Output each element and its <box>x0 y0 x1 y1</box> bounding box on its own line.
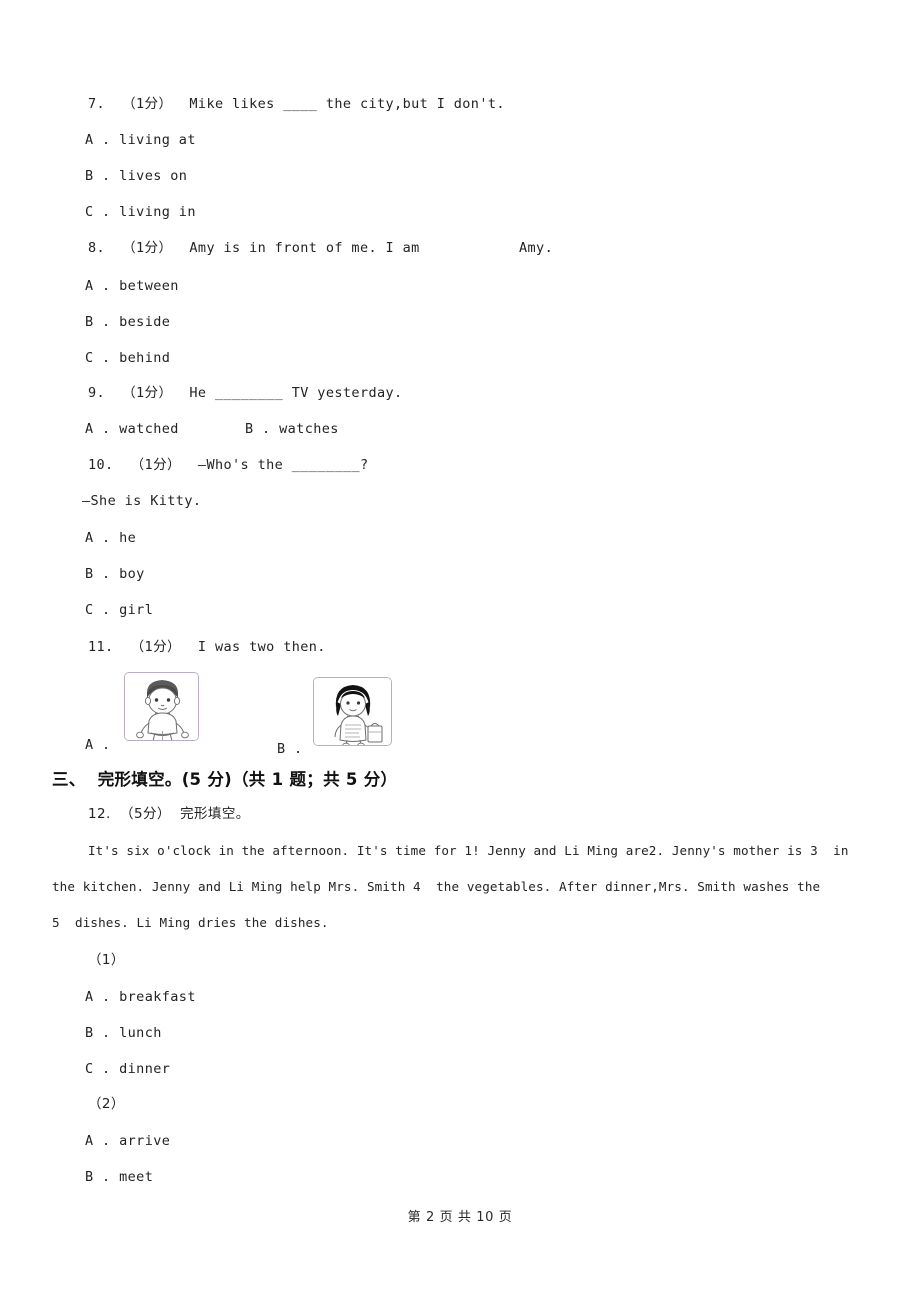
question-8-stem-before-blank: 8. （1分） Amy is in front of me. I am <box>88 240 420 256</box>
child-sitting-cartoon-image <box>124 672 199 741</box>
question-8-stem-after-blank: Amy. <box>519 240 554 256</box>
cloze-subquestion-1-option-a[interactable]: A . breakfast <box>85 988 196 1006</box>
child-standing-with-bag-cartoon-image <box>313 677 392 746</box>
question-7-option-c[interactable]: C . living in <box>85 203 196 221</box>
question-8-option-a[interactable]: A . between <box>85 277 179 295</box>
question-11-option-b-label[interactable]: B . <box>277 740 303 758</box>
cloze-subquestion-2-option-b[interactable]: B . meet <box>85 1168 153 1186</box>
question-8-option-b[interactable]: B . beside <box>85 313 170 331</box>
question-7-option-a[interactable]: A . living at <box>85 131 196 149</box>
question-9-option-b[interactable]: B . watches <box>245 420 339 438</box>
cloze-subquestion-2-option-a[interactable]: A . arrive <box>85 1132 170 1150</box>
question-7-option-b[interactable]: B . lives on <box>85 167 187 185</box>
cloze-passage-line-3: 5 dishes. Li Ming dries the dishes. <box>52 915 329 930</box>
question-7-stem: 7. （1分） Mike likes ____ the city,but I d… <box>88 96 505 112</box>
question-8-option-c[interactable]: C . behind <box>85 349 170 367</box>
cloze-subquestion-1-option-b[interactable]: B . lunch <box>85 1024 162 1042</box>
cloze-subquestion-1-option-c[interactable]: C . dinner <box>85 1060 170 1078</box>
question-9-option-a[interactable]: A . watched <box>85 420 179 438</box>
page-footer: 第 2 页 共 10 页 <box>407 1210 513 1225</box>
question-11-stem: 11. （1分） I was two then. <box>88 639 326 655</box>
cloze-subquestion-1-label: （1） <box>88 952 125 968</box>
cloze-subquestion-2-label: （2） <box>88 1096 125 1112</box>
question-11-option-a-label[interactable]: A . <box>85 736 111 754</box>
question-10-stem: 10. （1分） —Who's the ________? <box>88 457 369 473</box>
question-10-stem-line-2: —She is Kitty. <box>82 493 202 509</box>
question-10-option-c[interactable]: C . girl <box>85 601 153 619</box>
section-three-heading: 三、 完形填空。(5 分)（共 1 题；共 5 分） <box>52 770 398 789</box>
question-12-header: 12. （5分） 完形填空。 <box>88 806 250 822</box>
exam-page: 7. （1分） Mike likes ____ the city,but I d… <box>0 0 920 1302</box>
cloze-passage-line-2: the kitchen. Jenny and Li Ming help Mrs.… <box>52 879 821 894</box>
question-9-stem: 9. （1分） He ________ TV yesterday. <box>88 385 403 401</box>
question-10-option-b[interactable]: B . boy <box>85 565 145 583</box>
child-standing-with-bag-cartoon-svg <box>314 678 391 745</box>
child-sitting-cartoon-svg <box>125 673 198 740</box>
question-10-option-a[interactable]: A . he <box>85 529 136 547</box>
cloze-passage-line-1: It's six o'clock in the afternoon. It's … <box>88 843 849 858</box>
